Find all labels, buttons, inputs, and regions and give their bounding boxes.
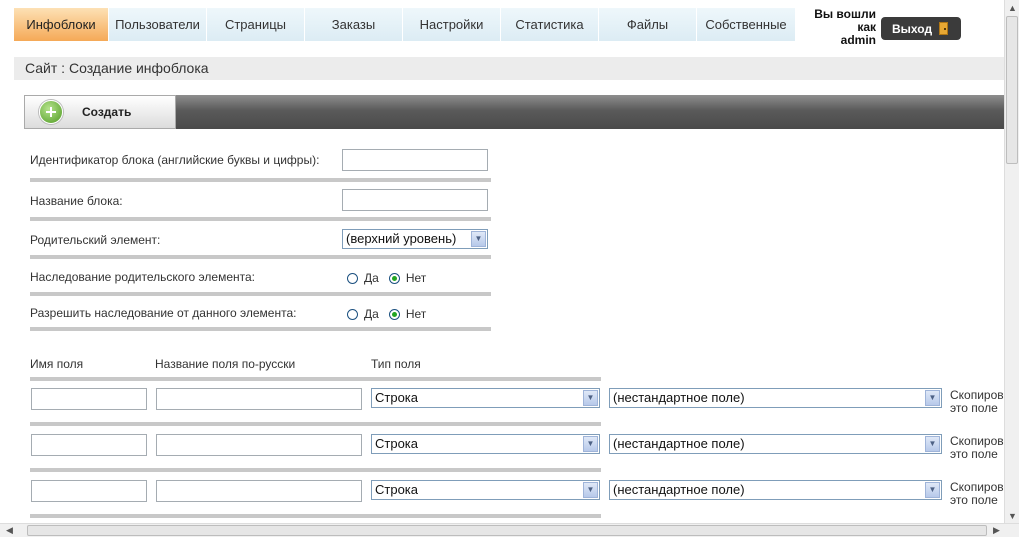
divider [30, 217, 491, 221]
horizontal-scroll-thumb[interactable] [27, 525, 987, 536]
main-nav: Инфоблоки Пользователи Страницы Заказы Н… [14, 8, 796, 41]
copy-field-link[interactable]: Скопиров это поле [950, 481, 1005, 507]
field-title-input[interactable] [156, 388, 362, 410]
logged-in-info: Вы вошли как admin [800, 8, 876, 47]
tab-files[interactable]: Файлы [599, 8, 697, 41]
scroll-left-icon[interactable]: ◀ [2, 523, 17, 538]
divider [30, 292, 491, 296]
vertical-scroll-thumb[interactable] [1006, 16, 1018, 164]
col-field-name: Имя поля [30, 357, 84, 371]
tab-orders[interactable]: Заказы [305, 8, 403, 41]
field-type-select[interactable]: Строка ▼ [371, 388, 600, 408]
field-type-value: Строка [375, 436, 419, 451]
field-type-value: Строка [375, 482, 419, 497]
create-label: Создать [82, 105, 132, 119]
chevron-down-icon[interactable]: ▼ [583, 436, 598, 452]
copy-field-line2: это поле [950, 447, 998, 461]
chevron-down-icon[interactable]: ▼ [471, 231, 486, 247]
inherit-parent-yes-radio[interactable] [347, 272, 358, 284]
field-name-input[interactable] [31, 480, 147, 502]
allow-inherit-radios: Да Нет [347, 307, 436, 321]
logout-button[interactable]: Выход [881, 17, 961, 40]
field-preset-select[interactable]: (нестандартное поле) ▼ [609, 480, 942, 500]
allow-inherit-no-radio[interactable] [388, 308, 400, 320]
divider [30, 255, 491, 259]
field-title-input[interactable] [156, 480, 362, 502]
block-name-input[interactable] [342, 189, 488, 211]
field-type-select[interactable]: Строка ▼ [371, 434, 600, 454]
toolbar: Создать [24, 95, 1004, 129]
tab-statistics[interactable]: Статистика [501, 8, 599, 41]
divider [30, 178, 491, 182]
logged-in-username: admin [840, 33, 876, 47]
divider [30, 468, 601, 472]
chevron-down-icon[interactable]: ▼ [583, 390, 598, 406]
no-label: Нет [405, 271, 427, 285]
copy-field-line2: это поле [950, 401, 998, 415]
chevron-down-icon[interactable]: ▼ [925, 390, 940, 406]
allow-inherit-yes-radio[interactable] [347, 308, 358, 320]
block-id-input[interactable] [342, 149, 488, 171]
block-name-label: Название блока: [30, 194, 123, 208]
field-preset-value: (нестандартное поле) [613, 436, 745, 451]
copy-field-line2: это поле [950, 493, 998, 507]
yes-label: Да [364, 307, 379, 321]
inherit-parent-label: Наследование родительского элемента: [30, 270, 255, 284]
tab-pages[interactable]: Страницы [207, 8, 305, 41]
parent-select-value: (верхний уровень) [346, 231, 457, 246]
copy-field-link[interactable]: Скопиров это поле [950, 389, 1005, 415]
scroll-right-icon[interactable]: ▶ [989, 523, 1004, 538]
horizontal-scrollbar[interactable]: ◀ ▶ [0, 523, 1019, 537]
add-icon [39, 100, 63, 124]
inherit-parent-radios: Да Нет [347, 271, 436, 285]
field-title-input[interactable] [156, 434, 362, 456]
tab-settings[interactable]: Настройки [403, 8, 501, 41]
field-name-input[interactable] [31, 434, 147, 456]
field-name-input[interactable] [31, 388, 147, 410]
divider [30, 422, 601, 426]
divider [30, 377, 601, 381]
no-label: Нет [405, 307, 427, 321]
chevron-down-icon[interactable]: ▼ [925, 482, 940, 498]
breadcrumb: Сайт : Создание инфоблока [14, 57, 1004, 80]
vertical-scrollbar[interactable]: ▲ ▼ [1004, 0, 1019, 523]
inherit-parent-no-radio[interactable] [388, 272, 400, 284]
parent-label: Родительский элемент: [30, 233, 161, 247]
logout-label: Выход [892, 21, 933, 36]
field-preset-select[interactable]: (нестандартное поле) ▼ [609, 388, 942, 408]
scroll-up-icon[interactable]: ▲ [1005, 0, 1019, 15]
field-preset-value: (нестандартное поле) [613, 482, 745, 497]
col-field-type: Тип поля [371, 357, 421, 371]
col-field-title: Название поля по-русски [155, 357, 296, 371]
block-id-label: Идентификатор блока (английские буквы и … [30, 153, 320, 167]
yes-label: Да [364, 271, 379, 285]
create-button[interactable]: Создать [24, 95, 176, 129]
tab-infoblocks[interactable]: Инфоблоки [14, 8, 109, 41]
field-type-value: Строка [375, 390, 419, 405]
field-type-select[interactable]: Строка ▼ [371, 480, 600, 500]
parent-select[interactable]: (верхний уровень) ▼ [342, 229, 488, 249]
chevron-down-icon[interactable]: ▼ [925, 436, 940, 452]
field-preset-value: (нестандартное поле) [613, 390, 745, 405]
divider [30, 514, 601, 518]
tab-custom[interactable]: Собственные [697, 8, 796, 41]
allow-inherit-label: Разрешить наследование от данного элемен… [30, 306, 297, 320]
divider [30, 327, 491, 331]
field-preset-select[interactable]: (нестандартное поле) ▼ [609, 434, 942, 454]
chevron-down-icon[interactable]: ▼ [583, 482, 598, 498]
door-icon [939, 22, 949, 35]
scroll-down-icon[interactable]: ▼ [1005, 508, 1019, 523]
tab-users[interactable]: Пользователи [109, 8, 207, 41]
copy-field-link[interactable]: Скопиров это поле [950, 435, 1005, 461]
